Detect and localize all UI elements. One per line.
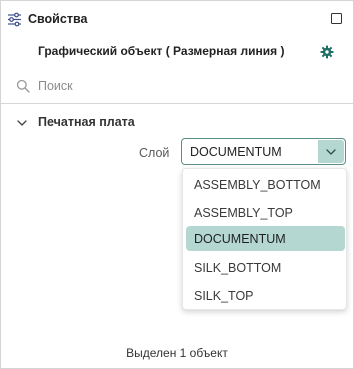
sliders-icon [7, 12, 22, 27]
gear-icon[interactable] [320, 45, 334, 59]
dropdown-option-silk-bottom[interactable]: SILK_BOTTOM [186, 255, 345, 280]
selection-status: Выделен 1 объект [126, 346, 228, 360]
layer-select-value: DOCUMENTUM [190, 145, 282, 159]
search-row [1, 71, 353, 104]
search-icon [16, 79, 30, 93]
panel-header: Свойства [1, 1, 353, 37]
section-title: Печатная плата [38, 115, 135, 129]
dropdown-option-assembly-top[interactable]: ASSEMBLY_TOP [186, 200, 345, 225]
layer-label: Слой [139, 146, 170, 160]
section-pcb[interactable]: Печатная плата [1, 111, 353, 133]
properties-panel: Свойства Графический объект ( Размерная … [0, 0, 354, 369]
search-input[interactable] [34, 74, 342, 98]
layer-dropdown-list: ASSEMBLY_BOTTOM ASSEMBLY_TOP DOCUMENTUM … [182, 168, 347, 310]
dropdown-option-documentum[interactable]: DOCUMENTUM [186, 226, 345, 251]
object-type-title: Графический объект ( Размерная линия ) [38, 44, 285, 58]
chevron-down-icon[interactable] [318, 140, 344, 163]
dropdown-option-silk-top[interactable]: SILK_TOP [186, 283, 345, 308]
dropdown-option-assembly-bottom[interactable]: ASSEMBLY_BOTTOM [186, 172, 345, 197]
layer-select[interactable]: DOCUMENTUM [181, 138, 346, 165]
maximize-icon[interactable] [331, 13, 342, 24]
chevron-down-icon [16, 116, 28, 128]
panel-title: Свойства [28, 12, 88, 26]
